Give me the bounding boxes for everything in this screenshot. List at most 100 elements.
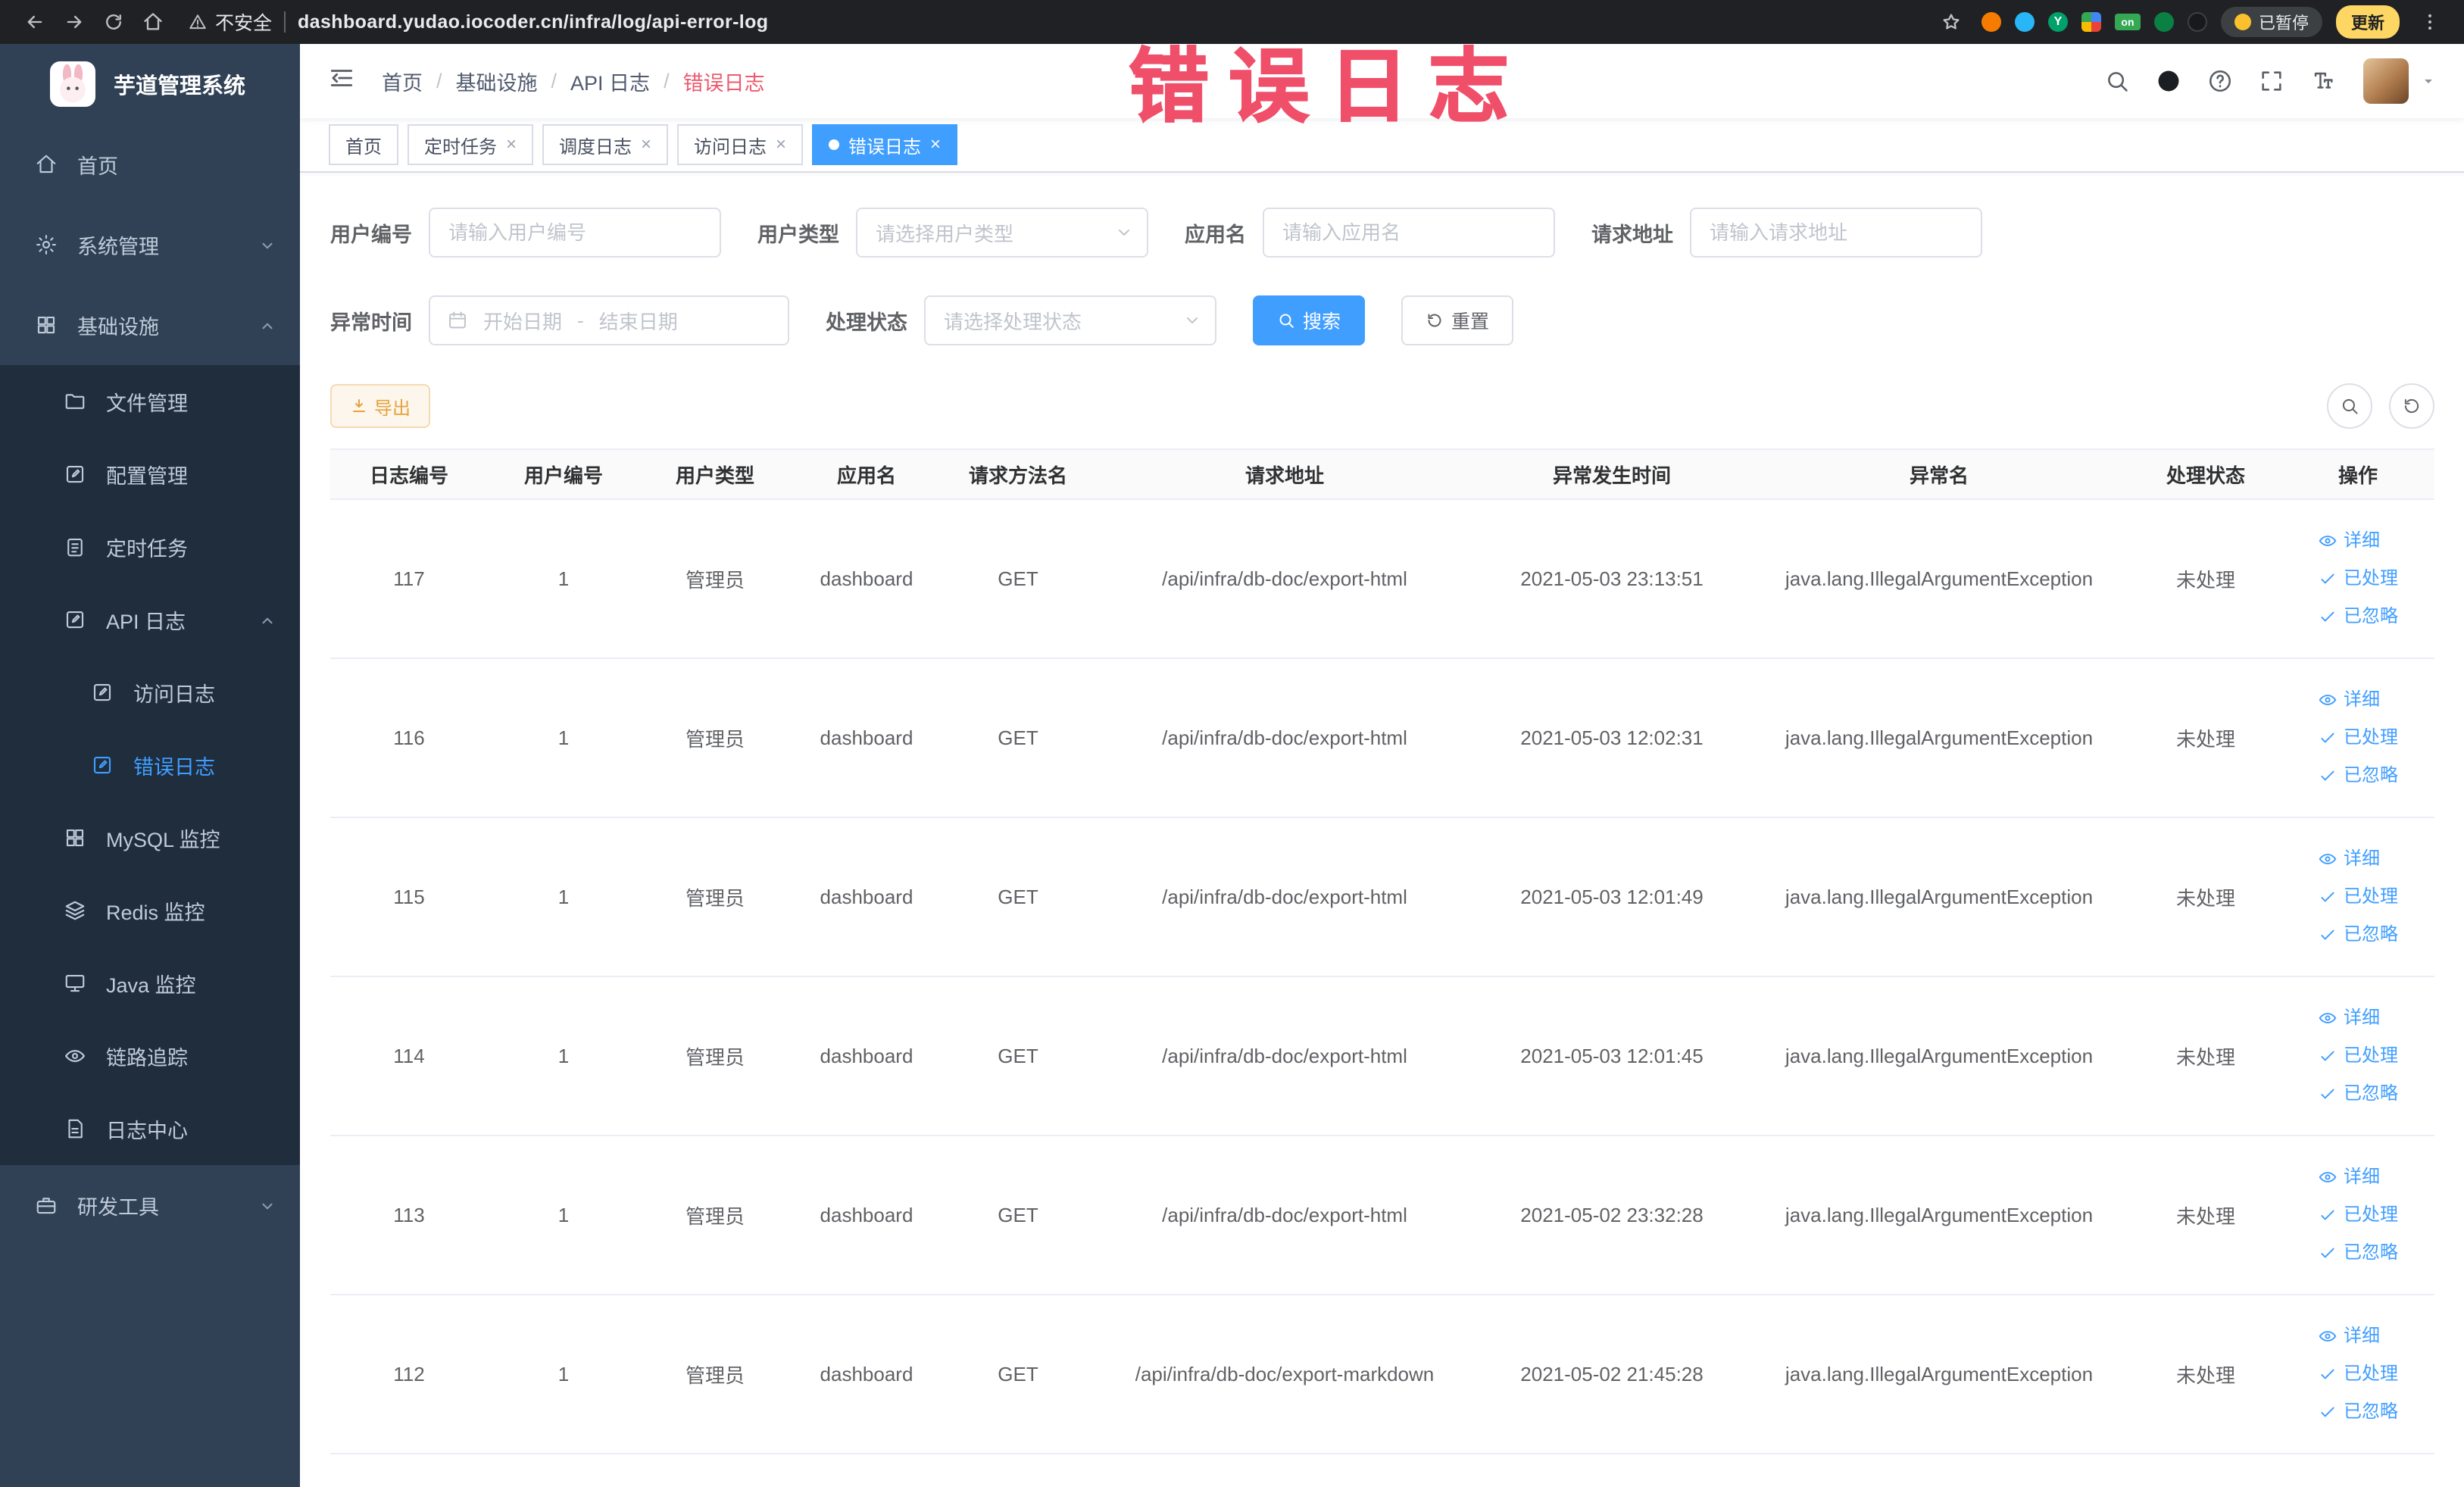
cell-user_id: 1 — [488, 1295, 639, 1454]
processed-link[interactable]: 已处理 — [2318, 1197, 2398, 1233]
column-header-url: 请求地址 — [1094, 448, 1476, 500]
ignored-link[interactable]: 已忽略 — [2318, 758, 2398, 794]
tab-close-icon[interactable]: × — [930, 136, 941, 154]
cell-app: dashboard — [791, 817, 942, 977]
process-status-select[interactable]: 请选择处理状态 — [924, 295, 1216, 345]
app-name-input[interactable] — [1263, 208, 1555, 258]
breadcrumb-item[interactable]: API 日志 — [570, 67, 650, 96]
cell-status: 未处理 — [2130, 1136, 2281, 1295]
breadcrumb-item: 错误日志 — [682, 71, 765, 95]
user-id-input[interactable] — [429, 208, 721, 258]
detail-link[interactable]: 详细 — [2318, 682, 2380, 718]
reload-button[interactable] — [97, 5, 130, 39]
clipboard-icon — [67, 538, 83, 557]
sidebar-toggle-button[interactable] — [327, 64, 356, 98]
sidebar-item-api-log[interactable]: API 日志 — [0, 583, 300, 656]
sidebar-item-label: Redis 监控 — [106, 901, 205, 924]
extension-icon[interactable] — [2081, 12, 2101, 32]
sidebar-item-system[interactable]: 系统管理 — [0, 205, 300, 285]
paused-chip[interactable]: 已暂停 — [2220, 7, 2322, 37]
site-security[interactable]: 不安全 — [188, 8, 272, 36]
sidebar-item-dev-tools[interactable]: 研发工具 — [0, 1165, 300, 1245]
search-button[interactable] — [2104, 68, 2130, 94]
browser-menu-button[interactable] — [2413, 5, 2447, 39]
check-icon — [2321, 611, 2334, 622]
sidebar-item-label: 定时任务 — [106, 537, 188, 561]
detail-link[interactable]: 详细 — [2318, 1318, 2380, 1354]
sidebar-item-log-center[interactable]: 日志中心 — [0, 1092, 300, 1165]
tab-home[interactable]: 首页 — [329, 124, 398, 165]
logo-rabbit-icon — [50, 61, 95, 107]
detail-link[interactable]: 详细 — [2318, 523, 2380, 559]
ignored-link[interactable]: 已忽略 — [2318, 1235, 2398, 1271]
exception-time-range-picker[interactable]: 开始日期 - 结束日期 — [429, 295, 789, 345]
breadcrumb-item[interactable]: 首页 — [382, 67, 423, 96]
sidebar-item-redis[interactable]: Redis 监控 — [0, 874, 300, 947]
sidebar-item-mysql[interactable]: MySQL 监控 — [0, 801, 300, 874]
sidebar-item-java[interactable]: Java 监控 — [0, 947, 300, 1020]
bookmark-star-button[interactable] — [1935, 5, 1968, 39]
ignored-link[interactable]: 已忽略 — [2318, 917, 2398, 953]
extension-icon[interactable] — [2014, 12, 2035, 32]
cell-time: 2021-05-02 23:32:28 — [1476, 1136, 1748, 1295]
tab-close-icon[interactable]: × — [506, 136, 517, 154]
omnibox[interactable]: 不安全 dashboard.yudao.iocoder.cn/infra/log… — [188, 8, 1916, 36]
extension-icon[interactable] — [2187, 12, 2207, 32]
sidebar-item-error-log[interactable]: 错误日志 — [0, 729, 300, 801]
sidebar-item-label: 配置管理 — [106, 464, 188, 488]
toggle-search-button[interactable] — [2327, 383, 2372, 429]
sidebar-item-home[interactable]: 首页 — [0, 124, 300, 205]
question-button[interactable] — [2207, 68, 2233, 94]
detail-link[interactable]: 详细 — [2318, 841, 2380, 877]
tab-job[interactable]: 定时任务 × — [408, 124, 534, 165]
processed-link[interactable]: 已处理 — [2318, 720, 2398, 756]
processed-link[interactable]: 已处理 — [2318, 879, 2398, 915]
forward-button[interactable] — [58, 5, 91, 39]
search-button[interactable]: 搜索 — [1253, 295, 1366, 345]
request-url-input[interactable] — [1690, 208, 1982, 258]
breadcrumb-item[interactable]: 基础设施 — [456, 67, 538, 96]
processed-link[interactable]: 已处理 — [2318, 1356, 2398, 1392]
row-actions: 详细 已处理 已忽略 — [2318, 1000, 2398, 1112]
sidebar-item-file[interactable]: 文件管理 — [0, 365, 300, 438]
detail-link[interactable]: 详细 — [2318, 1159, 2380, 1195]
sidebar-item-job[interactable]: 定时任务 — [0, 511, 300, 583]
ignored-link[interactable]: 已忽略 — [2318, 1076, 2398, 1112]
processed-link[interactable]: 已处理 — [2318, 561, 2398, 597]
extension-icon[interactable] — [2153, 12, 2174, 32]
user-avatar[interactable] — [2363, 58, 2409, 104]
ignored-link[interactable]: 已忽略 — [2318, 598, 2398, 635]
extension-icon[interactable] — [1981, 12, 2001, 32]
column-header-user_type: 用户类型 — [639, 448, 791, 500]
refresh-table-button[interactable] — [2389, 383, 2434, 429]
back-button[interactable] — [18, 5, 52, 39]
tab-error-log[interactable]: 错误日志 × — [812, 124, 958, 165]
user-type-select[interactable]: 请选择用户类型 — [856, 208, 1148, 258]
update-button[interactable]: 更新 — [2335, 5, 2400, 39]
sidebar-item-config[interactable]: 配置管理 — [0, 438, 300, 511]
tab-close-icon[interactable]: × — [641, 136, 651, 154]
fontsize-button[interactable] — [2310, 68, 2336, 94]
fullscreen-button[interactable] — [2259, 68, 2284, 94]
reset-button[interactable]: 重置 — [1401, 295, 1514, 345]
extension-icon[interactable]: Y — [2047, 12, 2068, 32]
ignored-link[interactable]: 已忽略 — [2318, 1394, 2398, 1430]
cell-time: 2021-05-03 12:01:49 — [1476, 817, 1748, 977]
sidebar-item-access-log[interactable]: 访问日志 — [0, 656, 300, 729]
sidebar-item-trace[interactable]: 链路追踪 — [0, 1020, 300, 1092]
row-actions: 详细 已处理 已忽略 — [2318, 1318, 2398, 1430]
home-button[interactable] — [136, 5, 170, 39]
sidebar-item-infra[interactable]: 基础设施 — [0, 285, 300, 365]
tab-access-log[interactable]: 访问日志 × — [677, 124, 804, 165]
export-button[interactable]: 导出 — [330, 384, 430, 428]
tab-job-log[interactable]: 调度日志 × — [542, 124, 669, 165]
extension-icon[interactable]: on — [2114, 14, 2141, 30]
processed-link[interactable]: 已处理 — [2318, 1038, 2398, 1074]
detail-link[interactable]: 详细 — [2318, 1000, 2380, 1036]
github-button[interactable] — [2156, 68, 2181, 94]
column-header-app: 应用名 — [791, 448, 942, 500]
table-toolbar: 导出 — [330, 383, 2434, 429]
tab-close-icon[interactable]: × — [776, 136, 786, 154]
avatar-menu-caret[interactable] — [2419, 72, 2437, 90]
filter-user-type: 用户类型 请选择用户类型 — [757, 208, 1148, 258]
